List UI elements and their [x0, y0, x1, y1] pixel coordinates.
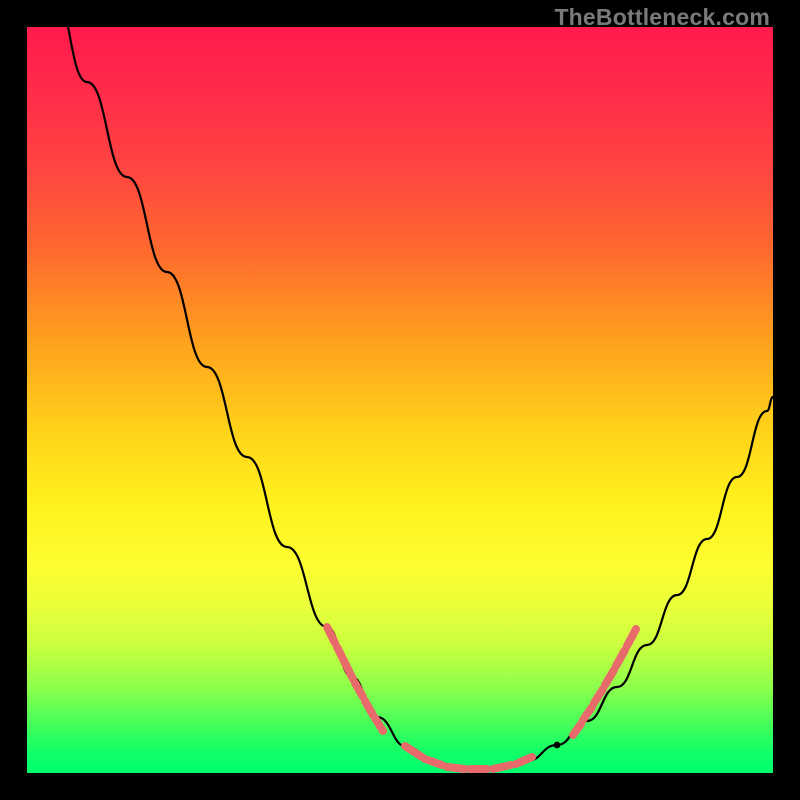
marker-cluster-right-seg — [616, 650, 625, 666]
marker-cluster-left-seg — [327, 627, 335, 643]
marker-cluster-left-seg — [375, 718, 383, 731]
marker-cluster-right-seg — [605, 670, 614, 685]
marker-cluster-left-seg — [355, 683, 363, 697]
chart-svg — [27, 27, 773, 773]
outer-frame: TheBottleneck.com — [0, 0, 800, 800]
marker-cluster-right-seg — [627, 629, 636, 646]
marker-cluster-bottom-seg — [405, 746, 422, 757]
watermark-text: TheBottleneck.com — [554, 4, 770, 31]
marker-cluster-bottom-seg — [447, 767, 465, 769]
main-curve — [52, 0, 773, 769]
marker-cluster-bottom-seg — [425, 759, 442, 765]
marker-cluster-bottom-seg — [516, 757, 532, 764]
marker-cluster-left-seg — [345, 663, 353, 679]
marker-cluster-right-seg — [583, 707, 592, 720]
marker-dot — [554, 742, 561, 749]
marker-cluster-bottom-seg — [493, 765, 511, 769]
marker-cluster-right-seg — [594, 689, 603, 703]
marker-cluster-right-seg — [573, 724, 581, 735]
marker-cluster-left-seg — [365, 701, 373, 715]
